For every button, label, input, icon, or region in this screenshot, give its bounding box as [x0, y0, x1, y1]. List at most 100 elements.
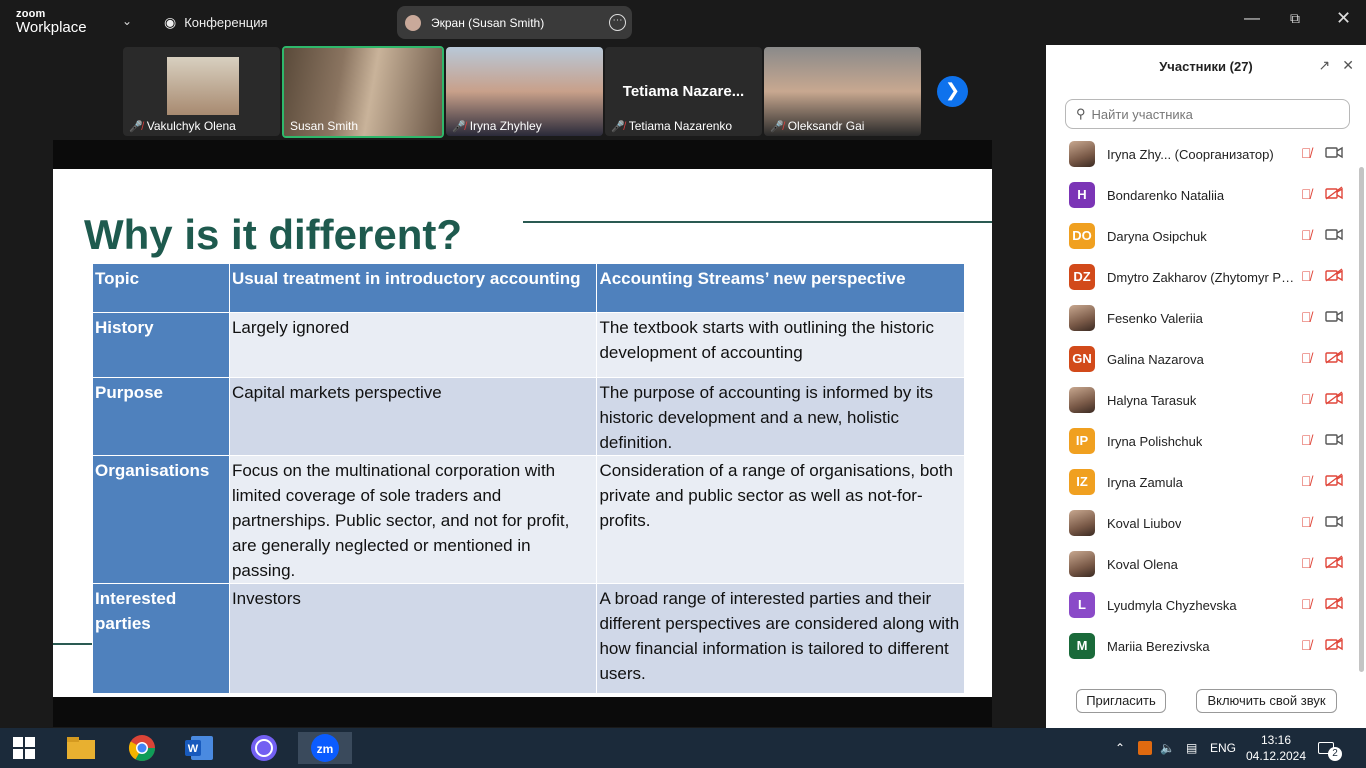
conference-menu[interactable]: ◉ Конференция — [164, 14, 268, 31]
mic-off-icon: 🎙̸ — [1301, 596, 1312, 612]
close-icon[interactable]: ✕ — [1342, 57, 1354, 74]
camera-off-icon — [1325, 268, 1343, 285]
participant-name: Susan Smith — [290, 119, 359, 133]
mic-off-icon: 🎙̸ — [1301, 350, 1312, 366]
participant-row[interactable]: Koval Liubov 🎙̸ — [1046, 506, 1356, 547]
search-input[interactable]: ⚲ Найти участника — [1065, 99, 1350, 129]
participant-row[interactable]: IP Iryna Polishchuk 🎙̸ — [1046, 424, 1356, 465]
camera-icon — [1325, 514, 1343, 531]
participant-row[interactable]: L Lyudmyla Chyzhevska 🎙̸ — [1046, 588, 1356, 629]
slide-title: Why is it different? — [84, 211, 462, 258]
mic-off-icon: 🎙̸ — [1301, 514, 1312, 530]
participant-name: Dmytro Zakharov (Zhytomyr Po... — [1107, 270, 1297, 285]
table-row: Interested parties Investors A broad ran… — [92, 583, 965, 694]
clock[interactable]: 13:16 04.12.2024 — [1246, 728, 1306, 768]
avatar — [1069, 387, 1095, 413]
table-cell: Investors — [228, 583, 598, 694]
participant-name: Koval Liubov — [1107, 516, 1182, 531]
avatar — [1069, 510, 1095, 536]
video-thumbnail[interactable]: 🎤̸ Iryna Zhyhley — [446, 47, 603, 136]
mic-off-icon: 🎙̸ — [1301, 432, 1312, 448]
participant-row[interactable]: GN Galina Nazarova 🎙̸ — [1046, 342, 1356, 383]
svg-text:zm: zm — [317, 742, 334, 756]
language-indicator[interactable]: ENG — [1210, 728, 1236, 768]
avatar: DO — [1069, 223, 1095, 249]
word-icon[interactable]: W — [176, 732, 224, 764]
participant-row[interactable]: Koval Olena 🎙̸ — [1046, 547, 1356, 588]
more-icon[interactable]: ⋯ — [609, 14, 626, 31]
participant-name: Bondarenko Nataliia — [1107, 188, 1225, 203]
notifications-icon[interactable]: 2 — [1318, 728, 1348, 768]
participant-name: Tetiama Nazarenko — [628, 119, 733, 133]
minimize-button[interactable]: — — [1244, 10, 1260, 28]
avatar — [1069, 551, 1095, 577]
comparison-table: Topic Usual treatment in introductory ac… — [92, 263, 965, 694]
camera-icon — [1325, 432, 1343, 449]
participant-name: Mariia Berezivska — [1107, 639, 1210, 654]
participant-row[interactable]: DZ Dmytro Zakharov (Zhytomyr Po... 🎙̸ — [1046, 260, 1356, 301]
table-row: Organisations Focus on the multinational… — [92, 455, 965, 584]
table-row: Purpose Capital markets perspective The … — [92, 377, 965, 456]
video-thumbnail[interactable]: Tetiama Nazare... 🎤̸ Tetiama Nazarenko — [605, 47, 762, 136]
mic-off-icon: 🎤̸ — [770, 120, 784, 133]
tray-app-icon[interactable] — [1138, 728, 1152, 768]
participant-name: Daryna Osipchuk — [1107, 229, 1207, 244]
windows-start-icon[interactable] — [0, 732, 48, 764]
video-thumbnail[interactable]: 🎤̸ Vakulchyk Olena — [123, 47, 280, 136]
zoom-app-icon[interactable]: zm — [298, 732, 352, 764]
scrollbar[interactable] — [1359, 167, 1364, 672]
video-thumbnail[interactable]: 🎤̸ Oleksandr Gai — [764, 47, 921, 136]
participant-name: Iryna Zhy... (Соорганизатор) — [1107, 147, 1274, 162]
camera-off-icon — [1325, 637, 1343, 654]
participant-row[interactable]: Halyna Tarasuk 🎙̸ — [1046, 383, 1356, 424]
participant-name-large: Tetiama Nazare... — [622, 83, 745, 100]
tray-chevron-icon[interactable]: ⌃ — [1115, 728, 1125, 768]
camera-off-icon — [1325, 350, 1343, 367]
video-thumbnail-active[interactable]: Susan Smith — [282, 46, 444, 138]
restore-button[interactable]: ⧉ — [1290, 10, 1300, 27]
avatar — [1069, 141, 1095, 167]
camera-off-icon — [1325, 596, 1343, 613]
screen-share-pill[interactable]: Экран (Susan Smith) ⋯ — [397, 6, 632, 39]
header-cell: Accounting Streams’ new perspective — [596, 263, 965, 313]
participant-row[interactable]: IZ Iryna Zamula 🎙̸ — [1046, 465, 1356, 506]
avatar — [405, 14, 421, 31]
chevron-down-icon[interactable]: ⌄ — [122, 14, 132, 28]
file-explorer-icon[interactable] — [57, 732, 105, 764]
table-cell: The textbook starts with outlining the h… — [596, 312, 965, 378]
mic-off-icon: 🎤̸ — [452, 120, 466, 133]
network-icon[interactable]: ▤ — [1186, 728, 1197, 768]
table-header-row: Topic Usual treatment in introductory ac… — [92, 263, 965, 313]
header-cell: Topic — [92, 263, 230, 313]
title-bar: zoom Workplace ⌄ ◉ Конференция Экран (Su… — [0, 0, 1366, 45]
avatar: IP — [1069, 428, 1095, 454]
mic-off-icon: 🎙̸ — [1301, 391, 1312, 407]
avatar — [1069, 305, 1095, 331]
clock-date: 04.12.2024 — [1245, 749, 1307, 763]
participant-row[interactable]: Iryna Zhy... (Соорганизатор) 🎙̸ — [1046, 137, 1356, 178]
paw-icon: ◉ — [164, 14, 177, 30]
participant-row[interactable]: Fesenko Valeriia 🎙̸ — [1046, 301, 1356, 342]
unmute-button[interactable]: Включить свой звук — [1196, 689, 1337, 713]
participant-row[interactable]: M Mariia Berezivska 🎙̸ — [1046, 629, 1356, 670]
taskbar: W zm ⌃ 🔈 ▤ ENG 13:16 04.12.2024 2 — [0, 728, 1366, 768]
camera-off-icon — [1325, 473, 1343, 490]
presentation-slide: Why is it different? Topic Usual treatme… — [53, 169, 992, 697]
chrome-icon[interactable] — [118, 732, 166, 764]
pop-out-icon[interactable]: ↗ — [1319, 57, 1331, 74]
invite-button[interactable]: Пригласить — [1076, 689, 1166, 713]
close-button[interactable]: ✕ — [1336, 8, 1351, 29]
mic-off-icon: 🎙̸ — [1301, 186, 1312, 202]
divider — [523, 221, 992, 223]
camera-icon — [1325, 145, 1343, 162]
viber-icon[interactable] — [240, 732, 288, 764]
app-logo-text: Workplace — [16, 19, 87, 36]
participant-row[interactable]: H Bondarenko Nataliia 🎙̸ — [1046, 178, 1356, 219]
row-topic: Organisations — [92, 455, 230, 584]
avatar: L — [1069, 592, 1095, 618]
next-page-button[interactable]: ❯ — [937, 76, 968, 107]
volume-icon[interactable]: 🔈 — [1160, 728, 1175, 768]
mic-off-icon: 🎙̸ — [1301, 473, 1312, 489]
participant-row[interactable]: DO Daryna Osipchuk 🎙̸ — [1046, 219, 1356, 260]
mic-off-icon: 🎙̸ — [1301, 227, 1312, 243]
